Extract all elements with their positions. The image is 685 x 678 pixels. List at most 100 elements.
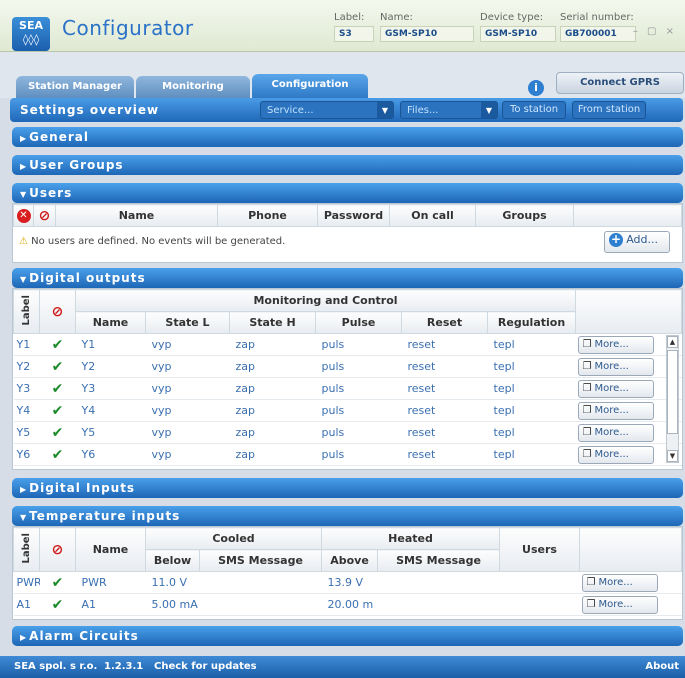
info-icon[interactable]: i: [528, 80, 544, 96]
section-digital-inputs[interactable]: ▶ Digital Inputs: [12, 478, 683, 498]
more-button[interactable]: ❐ More...: [577, 335, 654, 354]
section-digital-outputs[interactable]: ▼ Digital outputs: [12, 268, 683, 288]
table-row[interactable]: Y3 ✔ Y3 vyp zap puls reset tepl ❐ More...: [13, 377, 682, 400]
check-icon[interactable]: ✔: [39, 377, 76, 400]
ti-col-users[interactable]: Users: [499, 527, 581, 572]
add-user-button[interactable]: + Add...: [604, 231, 670, 253]
section-alarm-circuits[interactable]: ▶ Alarm Circuits: [12, 626, 683, 646]
cell-state-l[interactable]: vyp: [145, 443, 230, 466]
scroll-up-icon[interactable]: ▲: [667, 336, 678, 348]
users-col-password[interactable]: Password: [317, 204, 390, 227]
check-icon[interactable]: ✔: [39, 421, 76, 444]
tab-monitoring[interactable]: Monitoring: [136, 76, 250, 98]
table-row[interactable]: Y2 ✔ Y2 vyp zap puls reset tepl ❐ More...: [13, 355, 682, 378]
cell-below[interactable]: 5.00 mA: [145, 593, 200, 616]
cell-name[interactable]: Y6: [75, 443, 146, 466]
cell-name[interactable]: Y2: [75, 355, 146, 378]
cell-below[interactable]: 11.0 V: [145, 571, 200, 594]
cell-reset[interactable]: reset: [401, 355, 488, 378]
cell-pulse[interactable]: puls: [315, 377, 402, 400]
table-row[interactable]: A1 ✔ A1 5.00 mA 20.00 m ❐ More...: [13, 593, 682, 616]
users-col-name[interactable]: Name: [55, 204, 218, 227]
cell-pulse[interactable]: puls: [315, 399, 402, 422]
section-users[interactable]: ▼ Users: [12, 183, 683, 203]
more-button[interactable]: ❐ More...: [577, 401, 654, 420]
cell-state-h[interactable]: zap: [229, 443, 316, 466]
do-col-name[interactable]: Name: [75, 311, 146, 334]
more-button[interactable]: ❐ More...: [577, 357, 654, 376]
ti-col-below[interactable]: Below: [145, 549, 200, 572]
ti-col-above[interactable]: Above: [321, 549, 379, 572]
tab-station-manager[interactable]: Station Manager: [16, 76, 134, 98]
more-button[interactable]: ❐ More...: [581, 595, 658, 614]
users-col-groups[interactable]: Groups: [475, 204, 574, 227]
do-col-state-l[interactable]: State L: [145, 311, 230, 334]
ti-col-heat-sms[interactable]: SMS Message: [377, 549, 501, 572]
cell-regulation[interactable]: tepl: [487, 421, 576, 444]
to-station-button[interactable]: To station: [502, 101, 566, 119]
check-icon[interactable]: ✔: [39, 399, 76, 422]
section-temperature-inputs[interactable]: ▼ Temperature inputs: [12, 506, 683, 526]
cell-regulation[interactable]: tepl: [487, 443, 576, 466]
cell-state-l[interactable]: vyp: [145, 399, 230, 422]
service-select[interactable]: Service... ▼: [260, 101, 394, 119]
scroll-down-icon[interactable]: ▼: [667, 450, 678, 462]
cell-regulation[interactable]: tepl: [487, 399, 576, 422]
cell-name[interactable]: Y3: [75, 377, 146, 400]
cell-state-h[interactable]: zap: [229, 421, 316, 444]
cell-regulation[interactable]: tepl: [487, 333, 576, 356]
about-link[interactable]: About: [645, 656, 679, 678]
table-row[interactable]: Y1 ✔ Y1 vyp zap puls reset tepl ❐ More...: [13, 333, 682, 356]
check-updates-link[interactable]: Check for updates: [154, 656, 257, 678]
cell-reset[interactable]: reset: [401, 333, 488, 356]
more-button[interactable]: ❐ More...: [581, 573, 658, 592]
cell-regulation[interactable]: tepl: [487, 355, 576, 378]
cell-name[interactable]: A1: [75, 593, 146, 616]
check-icon[interactable]: ✔: [39, 443, 76, 466]
check-icon[interactable]: ✔: [39, 333, 76, 356]
users-col-on-call[interactable]: On call: [389, 204, 476, 227]
tab-configuration[interactable]: Configuration: [252, 74, 368, 98]
digital-outputs-scrollbar[interactable]: ▲ ▼: [666, 335, 679, 463]
scroll-thumb[interactable]: [667, 350, 678, 434]
from-station-button[interactable]: From station: [572, 101, 646, 119]
section-general[interactable]: ▶ General: [12, 127, 683, 147]
cell-name[interactable]: Y5: [75, 421, 146, 444]
ti-col-cool-sms[interactable]: SMS Message: [198, 549, 323, 572]
do-col-pulse[interactable]: Pulse: [315, 311, 402, 334]
check-icon[interactable]: ✔: [39, 593, 76, 616]
table-row[interactable]: PWR ✔ PWR 11.0 V 13.9 V ❐ More...: [13, 571, 682, 594]
check-icon[interactable]: ✔: [39, 571, 76, 594]
cell-regulation[interactable]: tepl: [487, 377, 576, 400]
cell-cool-sms[interactable]: [199, 571, 322, 594]
cell-heat-sms[interactable]: [377, 571, 500, 594]
window-controls[interactable]: – ▢ ×: [633, 26, 677, 37]
connect-gprs-button[interactable]: Connect GPRS: [556, 72, 684, 94]
cell-pulse[interactable]: puls: [315, 355, 402, 378]
more-button[interactable]: ❐ More...: [577, 423, 654, 442]
cell-reset[interactable]: reset: [401, 399, 488, 422]
more-button[interactable]: ❐ More...: [577, 379, 654, 398]
table-row[interactable]: Y5 ✔ Y5 vyp zap puls reset tepl ❐ More...: [13, 421, 682, 444]
cell-state-l[interactable]: vyp: [145, 421, 230, 444]
cell-state-l[interactable]: vyp: [145, 333, 230, 356]
cell-reset[interactable]: reset: [401, 443, 488, 466]
cell-name[interactable]: PWR: [75, 571, 146, 594]
cell-heat-sms[interactable]: [377, 593, 500, 616]
cell-state-l[interactable]: vyp: [145, 377, 230, 400]
cell-users[interactable]: [499, 571, 580, 594]
users-col-phone[interactable]: Phone: [217, 204, 318, 227]
more-button[interactable]: ❐ More...: [577, 445, 654, 464]
cell-reset[interactable]: reset: [401, 421, 488, 444]
check-icon[interactable]: ✔: [39, 355, 76, 378]
cell-above[interactable]: 20.00 m: [321, 593, 378, 616]
cell-above[interactable]: 13.9 V: [321, 571, 378, 594]
cell-reset[interactable]: reset: [401, 377, 488, 400]
table-row[interactable]: Y6 ✔ Y6 vyp zap puls reset tepl ❐ More...: [13, 443, 682, 466]
do-col-regulation[interactable]: Regulation: [486, 311, 577, 334]
do-col-reset[interactable]: Reset: [401, 311, 488, 334]
section-user-groups[interactable]: ▶ User Groups: [12, 155, 683, 175]
cell-state-h[interactable]: zap: [229, 333, 316, 356]
cell-state-h[interactable]: zap: [229, 399, 316, 422]
files-select[interactable]: Files... ▼: [400, 101, 498, 119]
